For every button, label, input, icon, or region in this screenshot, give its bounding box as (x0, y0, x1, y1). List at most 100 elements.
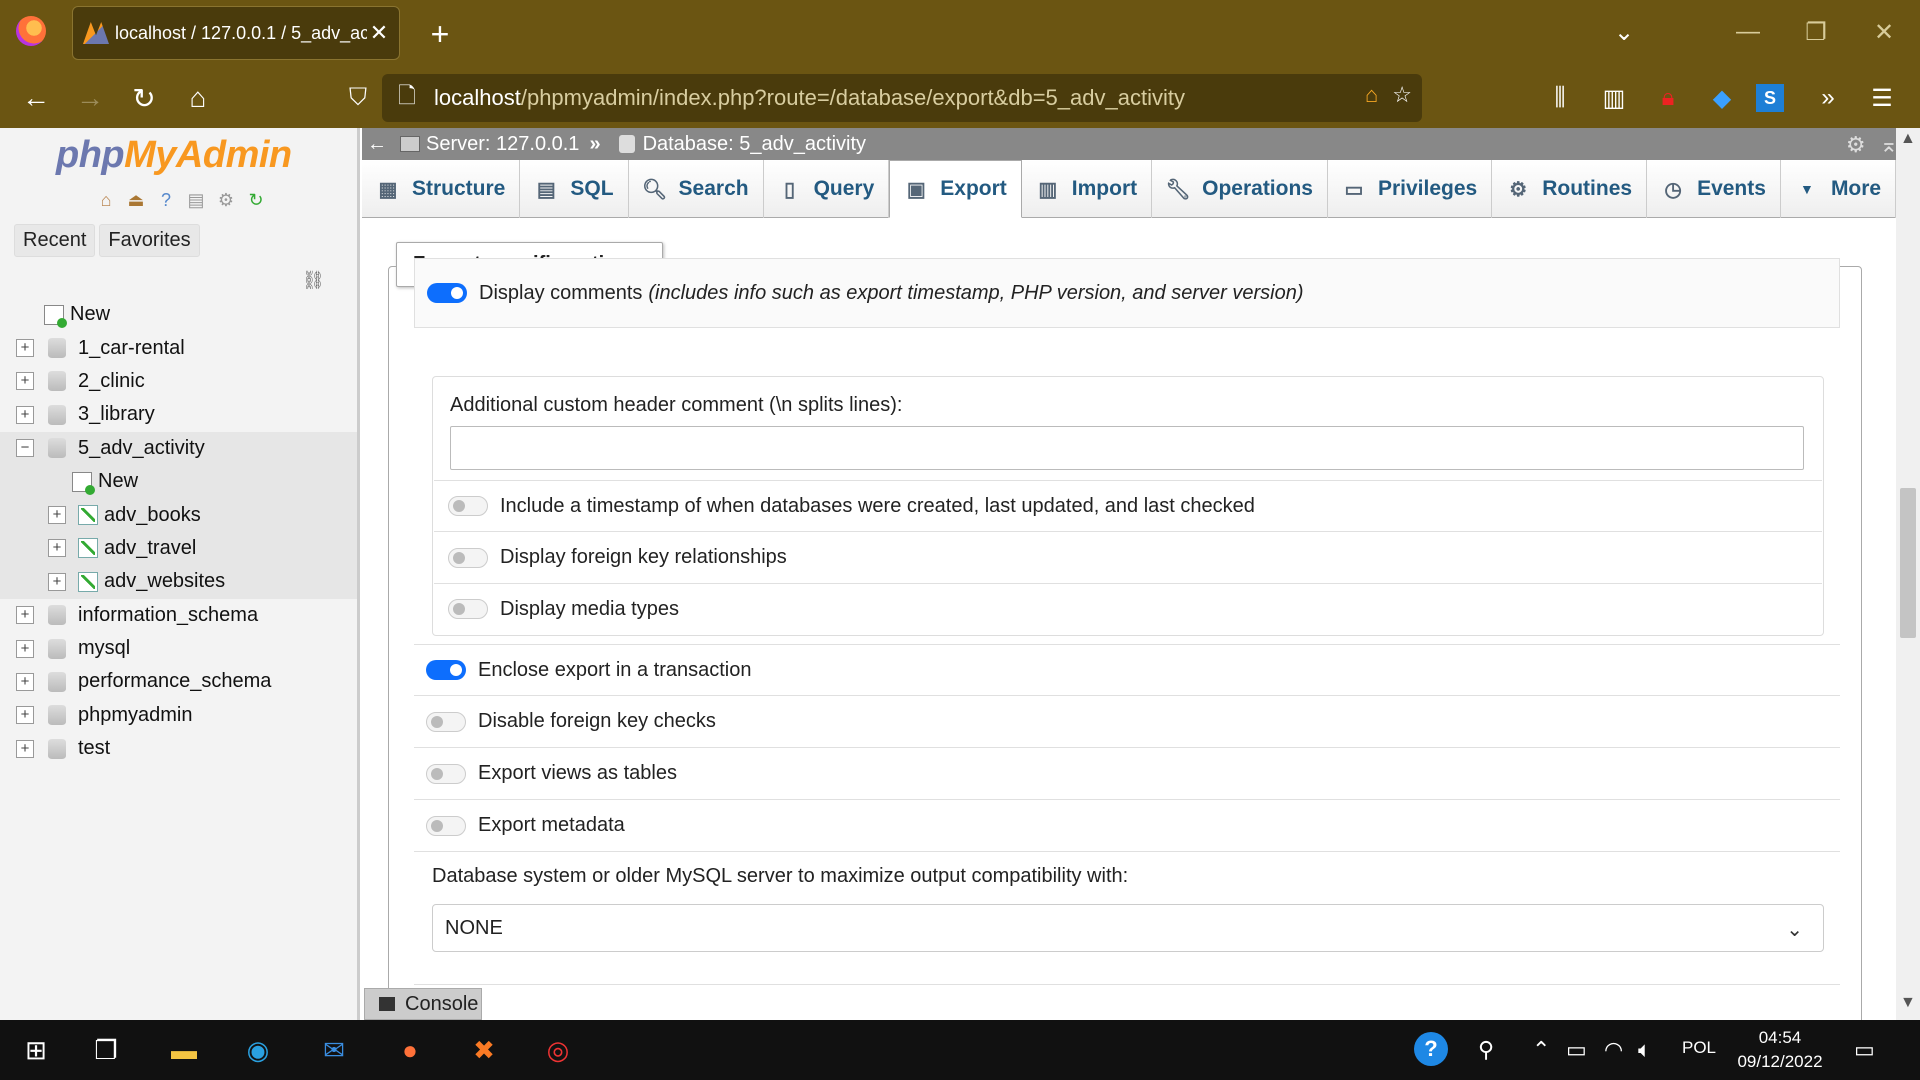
tree-database-item[interactable]: +2_clinic (0, 365, 357, 398)
expand-icon[interactable]: + (16, 739, 34, 758)
bookmark-star-icon[interactable]: ☆ (1392, 82, 1412, 108)
page-info-icon[interactable]: 🗋 (392, 83, 422, 113)
tree-table-item[interactable]: + adv_websites (0, 565, 357, 599)
tree-database-item[interactable]: +1_car-rental (0, 331, 357, 364)
help-icon[interactable]: ? (154, 188, 178, 212)
expand-icon[interactable]: + (48, 572, 66, 591)
file-explorer-icon[interactable]: ▬ (162, 1028, 206, 1072)
collapse-icon[interactable]: − (16, 439, 34, 458)
tab-sql[interactable]: ▤ SQL (520, 160, 629, 218)
volume-icon[interactable]: 🔈︎ (1638, 1036, 1651, 1064)
tree-database-item[interactable]: + performance_schema (0, 665, 357, 698)
tab-query[interactable]: ▯ Query (764, 160, 890, 218)
settings-gear-icon[interactable]: ⚙ (214, 188, 238, 212)
tree-table-item[interactable]: + adv_books (0, 498, 357, 532)
tree-database-item[interactable]: + phpmyadmin (0, 699, 357, 732)
views-as-tables-toggle[interactable] (426, 763, 466, 784)
expand-icon[interactable]: + (16, 339, 34, 358)
media-types-toggle[interactable] (448, 599, 488, 619)
shield-icon[interactable]: ⛉ (338, 78, 378, 118)
close-window-button[interactable]: ✕ (1864, 14, 1904, 50)
wifi-icon[interactable]: ◠ (1604, 1036, 1623, 1064)
language-indicator[interactable]: POL (1682, 1038, 1716, 1058)
page-scrollbar[interactable]: ▲ ▼ (1896, 128, 1920, 1020)
tree-database-item[interactable]: − 5_adv_activity (0, 431, 357, 465)
tab-import[interactable]: ▥ Import (1022, 160, 1153, 218)
tab-search[interactable]: 🔍︎ Search (629, 160, 764, 218)
mail-icon[interactable]: ✉ (312, 1028, 356, 1072)
tree-database-item[interactable]: +3_library (0, 398, 357, 431)
tab-export[interactable]: ▣ Export (889, 160, 1022, 218)
edge-icon[interactable]: ◉ (236, 1028, 280, 1072)
reload-button[interactable]: ↻ (124, 78, 164, 118)
browser-tab[interactable]: localhost / 127.0.0.1 / 5_adv_act ✕ (72, 6, 400, 60)
windows-start-icon[interactable]: ⊞ (14, 1028, 58, 1072)
firefox-taskbar-icon[interactable]: ● (388, 1028, 432, 1072)
tree-database-item[interactable]: + test (0, 732, 357, 765)
collapse-sidebar-icon[interactable]: ← (362, 133, 392, 156)
forward-button[interactable]: → (70, 78, 110, 118)
restore-button[interactable]: ❐ (1796, 14, 1836, 50)
compat-select[interactable]: NONE ⌄ (432, 904, 1824, 952)
chrome-icon[interactable]: ◎ (536, 1028, 580, 1072)
show-hidden-icons-icon[interactable]: ⌃ (1532, 1036, 1550, 1064)
new-tab-button[interactable]: + (420, 14, 460, 54)
home-button[interactable]: ⌂ (178, 78, 218, 118)
battery-icon[interactable]: ▭ (1566, 1036, 1587, 1064)
scroll-up-icon[interactable]: ▲ (1900, 130, 1916, 148)
people-icon[interactable]: ⚲ (1478, 1036, 1494, 1064)
taskbar-clock[interactable]: 04:54 09/12/2022 (1730, 1026, 1830, 1074)
disable-fk-toggle[interactable] (426, 711, 466, 732)
link-with-main-panel-icon[interactable]: ⛓ (302, 270, 325, 291)
help-tray-icon[interactable]: ? (1414, 1032, 1448, 1066)
header-comment-input[interactable] (450, 426, 1804, 470)
expand-icon[interactable]: + (16, 606, 34, 625)
tab-privileges[interactable]: ▭ Privileges (1328, 160, 1493, 218)
close-tab-icon[interactable]: ✕ (367, 20, 391, 46)
tree-database-item[interactable]: + information_schema (0, 599, 357, 632)
favorites-button[interactable]: Favorites (99, 224, 200, 257)
logout-icon[interactable]: ⏏ (124, 188, 148, 212)
tree-database-item[interactable]: + mysql (0, 632, 357, 665)
overflow-menu-icon[interactable]: » (1808, 78, 1848, 118)
minimize-button[interactable]: — (1728, 14, 1768, 50)
reload-nav-icon[interactable]: ↻ (244, 188, 268, 212)
expand-icon[interactable]: + (16, 672, 34, 691)
tab-routines[interactable]: ⚙ Routines (1492, 160, 1648, 218)
tab-operations[interactable]: 🔧︎ Operations (1152, 160, 1328, 218)
phpmyadmin-logo[interactable]: phpMyAdmin (56, 134, 292, 177)
hamburger-menu-icon[interactable]: ☰ (1862, 78, 1902, 118)
display-comments-toggle[interactable] (427, 283, 467, 303)
sidebar-icon[interactable]: ▥ (1594, 78, 1634, 118)
task-view-icon[interactable]: ❐ (84, 1028, 128, 1072)
tab-events[interactable]: ◷ Events (1647, 160, 1781, 218)
library-icon[interactable]: ⫼ (1540, 78, 1580, 118)
tree-new-item[interactable]: New (0, 464, 357, 499)
transaction-toggle[interactable] (426, 660, 466, 680)
console-button[interactable]: Console (364, 988, 482, 1020)
xampp-icon[interactable]: ✖ (462, 1028, 506, 1072)
scroll-down-icon[interactable]: ▼ (1900, 994, 1916, 1012)
expand-icon[interactable]: + (16, 706, 34, 725)
lock-extension-icon[interactable]: 🔒︎ (1648, 78, 1688, 118)
breadcrumb-server[interactable]: Server: 127.0.0.1 (426, 133, 579, 156)
foreign-keys-toggle[interactable] (448, 547, 488, 568)
expand-icon[interactable]: + (16, 372, 34, 391)
fox-extension-icon[interactable]: ◆ (1702, 78, 1742, 118)
back-button[interactable]: ← (16, 78, 56, 118)
expand-icon[interactable]: + (48, 506, 66, 525)
tree-table-item[interactable]: + adv_travel (0, 531, 357, 566)
expand-icon[interactable]: + (48, 539, 66, 558)
tree-new-item[interactable]: New (0, 298, 357, 331)
page-settings-gear-icon[interactable]: ⚙ (1846, 132, 1866, 158)
metadata-toggle[interactable] (426, 815, 466, 836)
timestamp-toggle[interactable] (448, 496, 488, 516)
notifications-icon[interactable]: ▭ (1854, 1036, 1875, 1064)
firefox-icon[interactable] (16, 16, 46, 46)
docs-icon[interactable]: ▤ (184, 188, 208, 212)
expand-icon[interactable]: + (16, 405, 34, 424)
recent-button[interactable]: Recent (14, 224, 96, 257)
url-bar[interactable]: 🗋 localhost/phpmyadmin/index.php?route=/… (382, 74, 1422, 122)
tab-more[interactable]: ▼ More (1781, 160, 1897, 218)
xampp-home-icon[interactable]: ⌂ (1365, 82, 1378, 108)
